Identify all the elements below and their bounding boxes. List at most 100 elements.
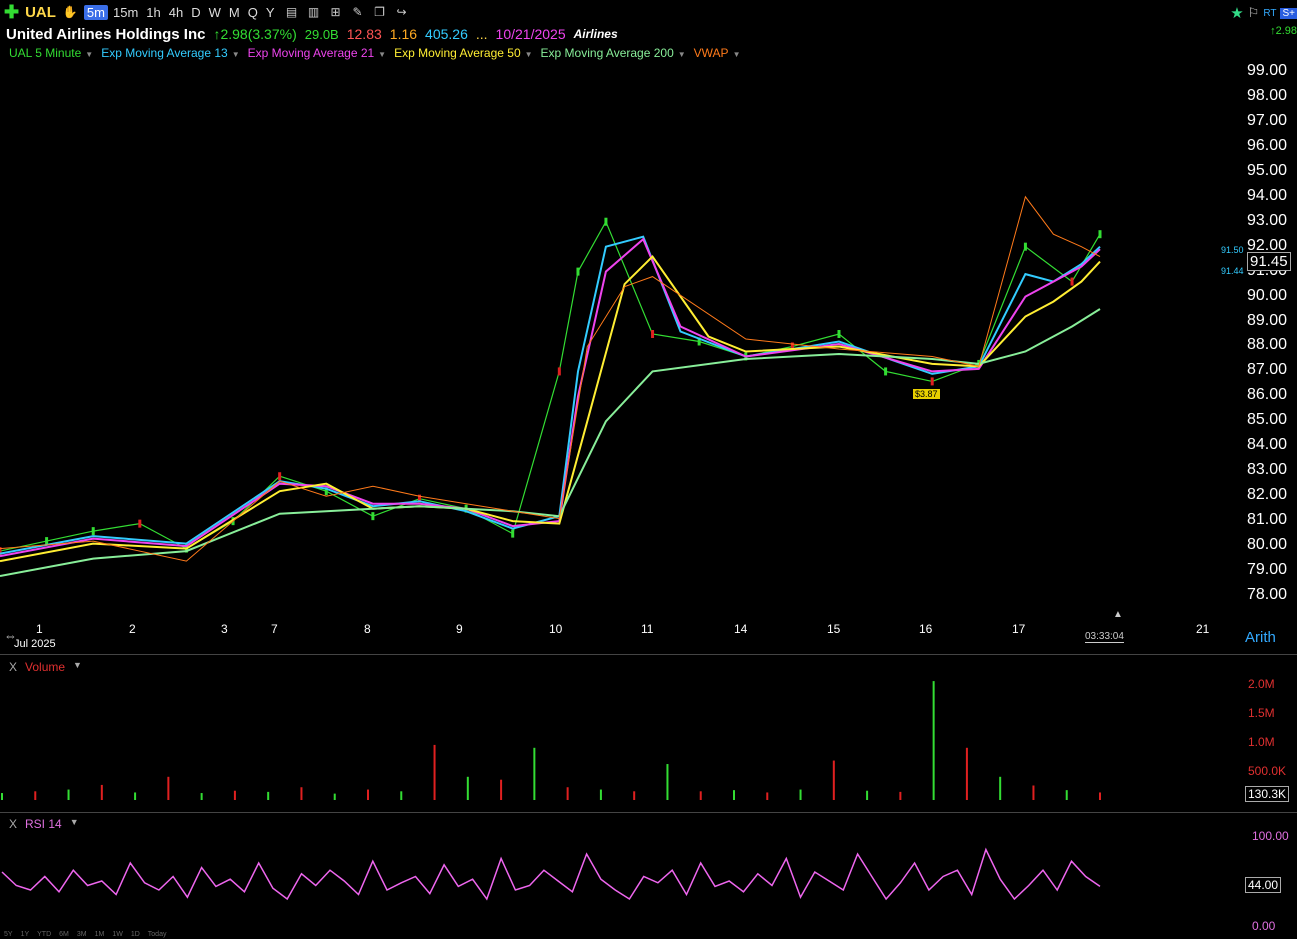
volume-tick-label: 1.5M [1248,706,1275,720]
volume-bar [300,787,303,800]
earnings-marker[interactable]: $3.87 [913,389,940,399]
volume-bar [766,792,769,800]
price-tick-label: 97.00 [1246,111,1287,129]
volume-bar [1,793,3,800]
volume-bar [1099,792,1101,800]
price-tick-label: 89.00 [1246,311,1287,329]
rsi-tick-label: 0.00 [1252,919,1276,933]
series-line-5 [0,195,1101,562]
price-tick-label: 81.00 [1246,511,1287,529]
month-label: Jul 2025 [14,638,56,650]
volume-bar [466,776,469,800]
volume-bar [699,791,702,800]
range-6M[interactable]: 6M [59,931,69,938]
price-tick-label: 82.00 [1246,486,1287,504]
price-candle [278,472,282,481]
range-Today[interactable]: Today [148,931,167,938]
volume-bar [433,744,436,800]
rsi-tick-label: 100.00 [1252,829,1289,843]
range-1D[interactable]: 1D [131,931,140,938]
label-low: 91.44 [1221,266,1244,276]
price-tick-label: 88.00 [1246,336,1287,354]
price-candle [1098,230,1102,239]
volume-bar [367,789,369,800]
volume-bar [965,747,968,800]
time-tick-label: 7 [271,622,278,636]
volume-bar [200,793,203,800]
chevron-down-icon[interactable]: ▼ [70,817,79,831]
label-high: 91.50 [1221,245,1244,255]
price-tick-label: 85.00 [1246,411,1287,429]
range-5Y[interactable]: 5Y [4,931,13,938]
time-tick-label: 2 [129,622,136,636]
time-tick-label: 15 [827,622,841,636]
price-tick-label: 83.00 [1246,461,1287,479]
volume-tick-label: 1.0M [1248,735,1275,749]
price-tick-label: 99.00 [1246,62,1287,79]
volume-bar [1065,790,1068,800]
price-tick-label: 90.00 [1246,286,1287,304]
scroll-up-icon[interactable]: ▲ [1113,609,1123,620]
price-candle [91,527,95,536]
price-candle [557,367,561,376]
price-tick-label: 96.00 [1246,136,1287,154]
volume-bar [34,791,37,800]
time-tick-label: 10 [549,622,563,636]
time-tick-label: 16 [919,622,933,636]
divider[interactable] [0,812,1297,813]
time-tick-label: 17 [1012,622,1026,636]
range-selector: 5Y 1Y YTD 6M 3M 1M 1W 1D Today [4,931,166,938]
volume-bar [533,747,536,800]
rsi-title[interactable]: RSI 14 [25,817,62,831]
price-tick-label: 78.00 [1246,586,1287,603]
time-tick-label: 11 [641,622,654,636]
chart-canvas[interactable] [0,0,1297,939]
volume-bar [633,791,636,800]
range-1M[interactable]: 1M [95,931,105,938]
chevron-down-icon[interactable]: ▼ [73,660,82,674]
volume-close-button[interactable]: X [9,660,17,674]
volume-tick-label: 2.0M [1248,677,1275,691]
volume-bar [233,790,236,800]
rsi-current-badge: 44.00 [1245,877,1282,893]
volume-bar [167,776,170,800]
price-candle [884,367,888,376]
price-candle [1023,242,1027,251]
series-line-4 [0,308,1101,577]
range-YTD[interactable]: YTD [37,931,51,938]
range-3M[interactable]: 3M [77,931,87,938]
volume-bar [832,760,835,800]
volume-bar [866,790,869,800]
volume-bar [899,791,902,800]
rsi-header: X RSI 14 ▼ [9,817,79,831]
volume-tick-label: 500.0K [1248,764,1287,778]
rsi-close-button[interactable]: X [9,817,17,831]
price-tick-label: 95.00 [1246,161,1287,179]
price-candle [1070,277,1074,286]
time-tick-label: 21 [1196,622,1210,636]
price-tick-label: 84.00 [1246,436,1287,454]
divider[interactable] [0,654,1297,655]
time-tick-label: 14 [734,622,748,636]
volume-bar [566,787,569,800]
price-tick-label: 93.00 [1246,211,1287,229]
range-1W[interactable]: 1W [112,931,123,938]
volume-title[interactable]: Volume [25,660,65,674]
scale-toggle[interactable]: Arith [1245,629,1276,646]
time-tick-label: 1 [36,622,43,636]
price-candle [651,330,655,338]
time-tick-label: 3 [221,622,228,636]
price-candle [604,217,608,226]
volume-current-badge: 130.3K [1245,786,1290,802]
price-candle [371,512,375,521]
price-candle [511,529,515,538]
volume-bar [932,681,935,800]
volume-header: X Volume ▼ [9,660,82,674]
rsi-line [1,847,1101,901]
volume-bar [666,764,669,800]
price-candle [576,267,580,276]
range-1Y[interactable]: 1Y [21,931,30,938]
series-line-0 [0,220,1101,552]
time-tick-label: 8 [364,622,371,636]
price-candle [138,519,142,528]
